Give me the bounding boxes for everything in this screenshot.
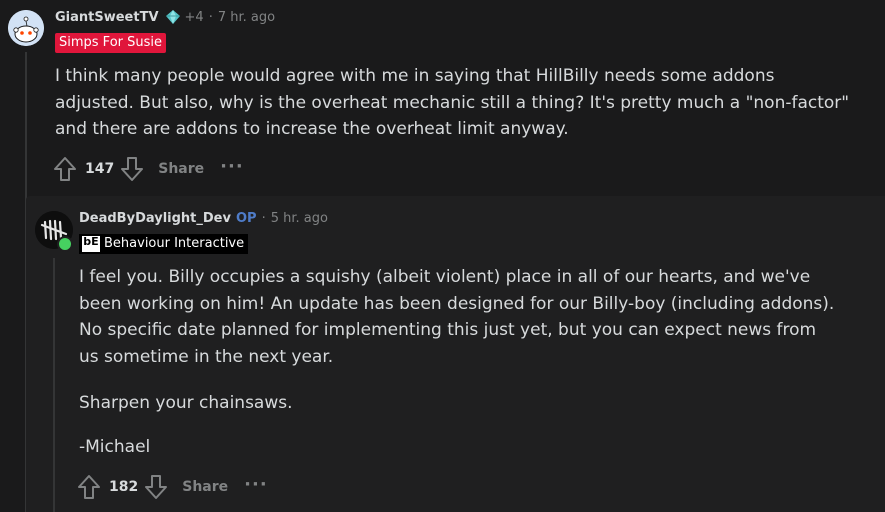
flair-text: Behaviour Interactive [104, 236, 245, 251]
reply-thread-line[interactable] [53, 258, 55, 512]
downvote-arrow-icon[interactable] [144, 474, 168, 500]
behaviour-logo-icon: bE [82, 236, 100, 252]
username-link[interactable]: GiantSweetTV [55, 10, 159, 25]
upvote-arrow-icon[interactable] [53, 156, 77, 182]
comment-actions: 147 Share ··· [53, 155, 244, 183]
karma-badge: +4 [184, 9, 204, 25]
comment-timestamp[interactable]: 7 hr. ago [218, 10, 275, 25]
share-button[interactable]: Share [182, 479, 228, 495]
downvote-arrow-icon[interactable] [120, 156, 144, 182]
user-avatar[interactable] [8, 10, 44, 46]
user-flair: bE Behaviour Interactive [79, 234, 249, 254]
reply-paragraph: Sharpen your chainsaws. [79, 393, 293, 413]
comment-thread: GiantSweetTV +4 · 7 hr. ago Simps For Su… [0, 0, 885, 512]
reply-paragraph: -Michael [79, 436, 151, 457]
op-tag: OP [235, 210, 257, 226]
username-link[interactable]: DeadByDaylight_Dev [79, 211, 231, 226]
upvote-arrow-icon[interactable] [77, 474, 101, 500]
meta-separator: · [208, 9, 213, 25]
reply-header: DeadByDaylight_Dev OP · 5 hr. ago [79, 208, 328, 228]
vote-count: 147 [85, 161, 115, 177]
more-options-button[interactable]: ··· [220, 156, 244, 177]
reply-timestamp[interactable]: 5 hr. ago [271, 211, 328, 226]
share-button[interactable]: Share [158, 161, 204, 177]
meta-separator: · [261, 210, 266, 226]
reply-actions: 182 Share ··· [77, 473, 268, 501]
diamond-gem-icon [165, 9, 181, 25]
online-status-indicator [57, 236, 73, 252]
reddit-snoo-avatar-icon [8, 10, 44, 46]
comment-header: GiantSweetTV +4 · 7 hr. ago [55, 7, 275, 27]
more-options-button[interactable]: ··· [244, 474, 268, 495]
reply-paragraph: I feel you. Billy occupies a squishy (al… [79, 267, 835, 367]
comment-paragraph: I think many people would agree with me … [55, 66, 850, 139]
vote-count: 182 [109, 479, 139, 495]
comment-body: I think many people would agree with me … [55, 63, 855, 143]
reply-body: I feel you. Billy occupies a squishy (al… [79, 264, 839, 460]
user-flair: Simps For Susie [55, 33, 167, 53]
